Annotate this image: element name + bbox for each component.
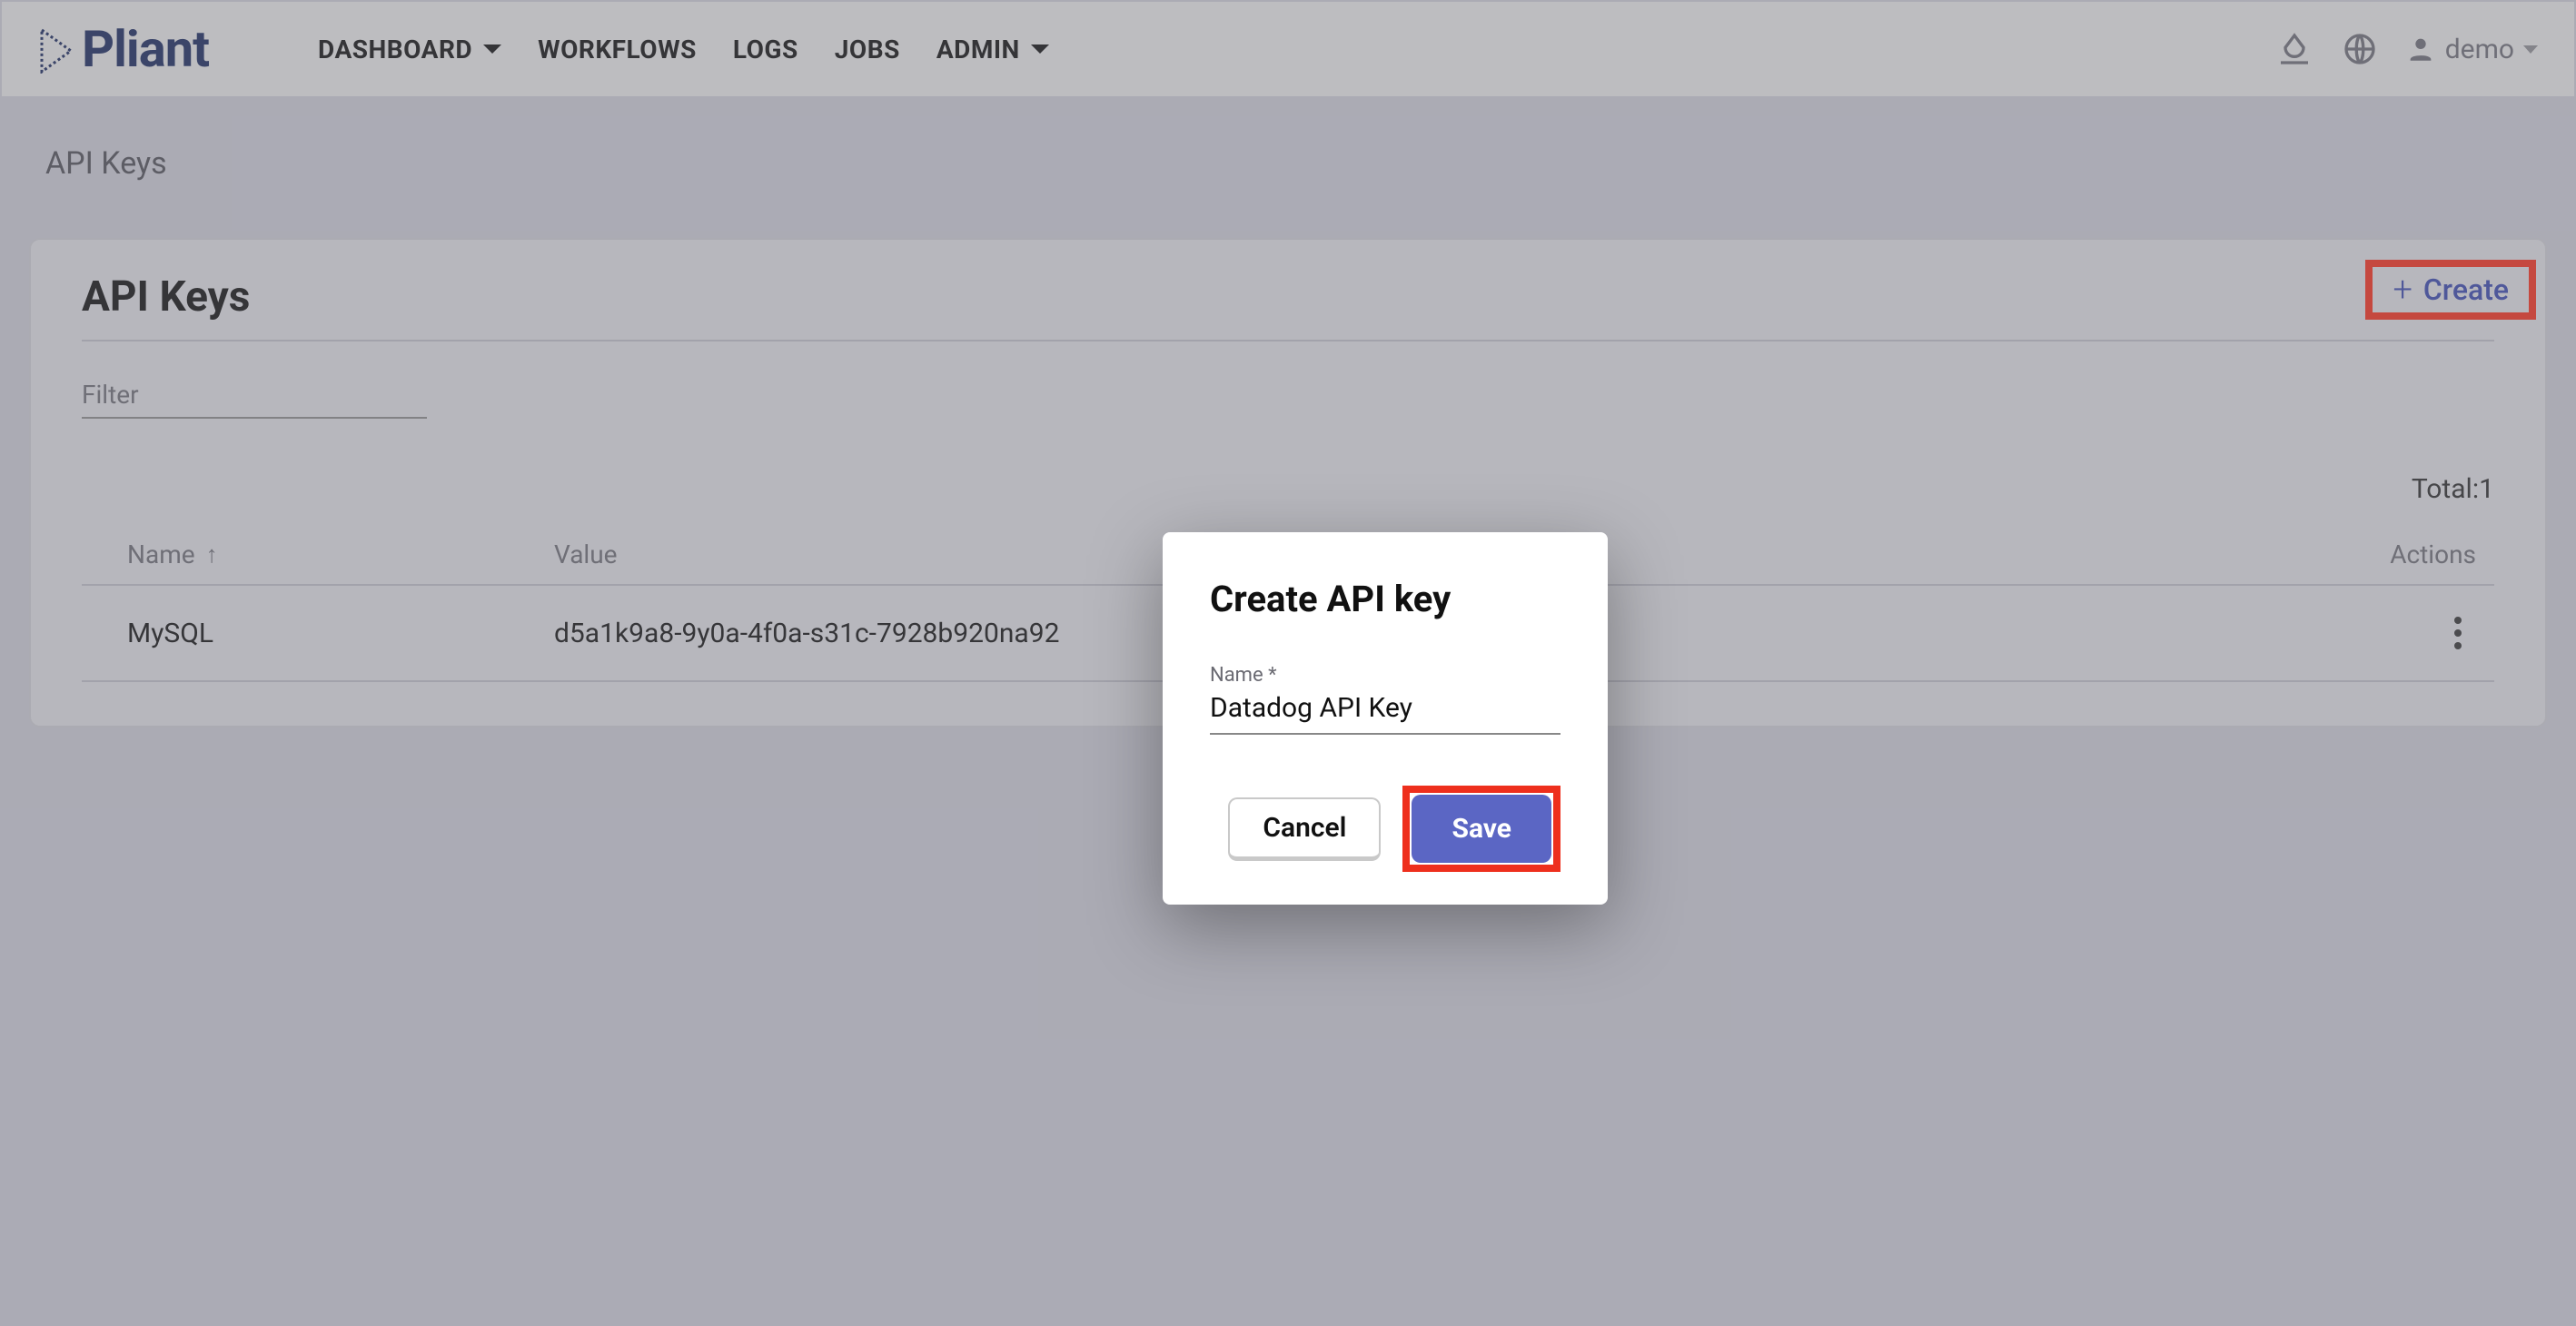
cancel-button[interactable]: Cancel — [1228, 797, 1381, 861]
modal-title: Create API key — [1210, 578, 1560, 620]
save-button-highlight: Save — [1402, 786, 1560, 872]
save-button[interactable]: Save — [1412, 795, 1551, 863]
name-field-label: Name * — [1210, 664, 1560, 687]
name-input[interactable] — [1210, 687, 1560, 735]
create-api-key-modal: Create API key Name * Cancel Save — [1163, 532, 1608, 905]
modal-actions: Cancel Save — [1210, 786, 1560, 872]
name-field: Name * — [1210, 664, 1560, 735]
